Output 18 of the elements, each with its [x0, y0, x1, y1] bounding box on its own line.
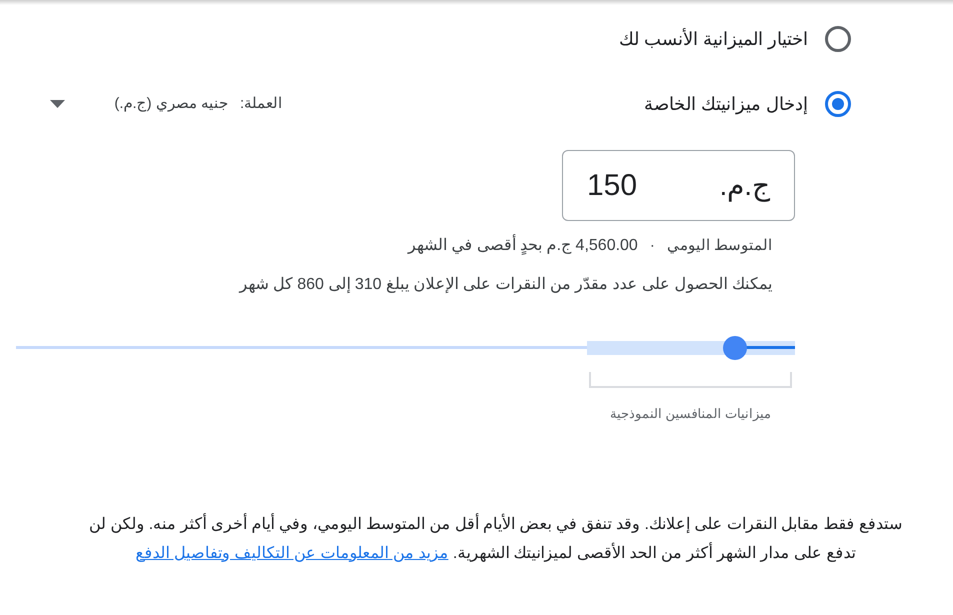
radio-button[interactable] [825, 91, 851, 117]
caret-icon [50, 100, 65, 108]
range-label: ميزانيات المنافسين النموذجية [610, 405, 772, 424]
daily-average-value: 4,560.00 ج.م بحدٍ أقصى في الشهر [408, 234, 638, 258]
separator-dot: · [650, 236, 655, 256]
currency-dropdown[interactable]: جنيه مصري (ج.م.) [50, 92, 228, 116]
learn-more-link[interactable]: مزيد من المعلومات عن التكاليف وتفاصيل الدفع [136, 544, 448, 562]
footnote-paragraph: ستدفع فقط مقابل النقرات على إعلانك. وقد تنفق في بعض الأيام أقل من المتوسط اليومي، وفي أيام أخرى أكثر منه. ولكن لن تدفع على مدار الشهر أكثر من الحد الأقصى لميزانيتك الشهرية. مزيد من المعلومات عن التكاليف وتفاصيل الدفع [82, 510, 909, 568]
daily-average-label: المتوسط اليومي [666, 236, 772, 256]
clicks-estimate: يمكنك الحصول على عدد مقدّر من النقرات على الإعلان يبلغ 310 إلى 860 كل شهر [239, 275, 772, 295]
currency-label: العملة: [240, 94, 282, 114]
currency-prefix: ج.م. [719, 168, 770, 204]
slider-thumb[interactable] [723, 336, 748, 360]
option-label[interactable]: اختيار الميزانية الأنسب لك [618, 26, 808, 52]
radio-button[interactable] [825, 26, 851, 52]
budget-slider-track[interactable] [16, 336, 795, 360]
budget-value: 150 [587, 168, 638, 204]
option-label[interactable]: إدخال ميزانيتك الخاصة [644, 90, 808, 118]
